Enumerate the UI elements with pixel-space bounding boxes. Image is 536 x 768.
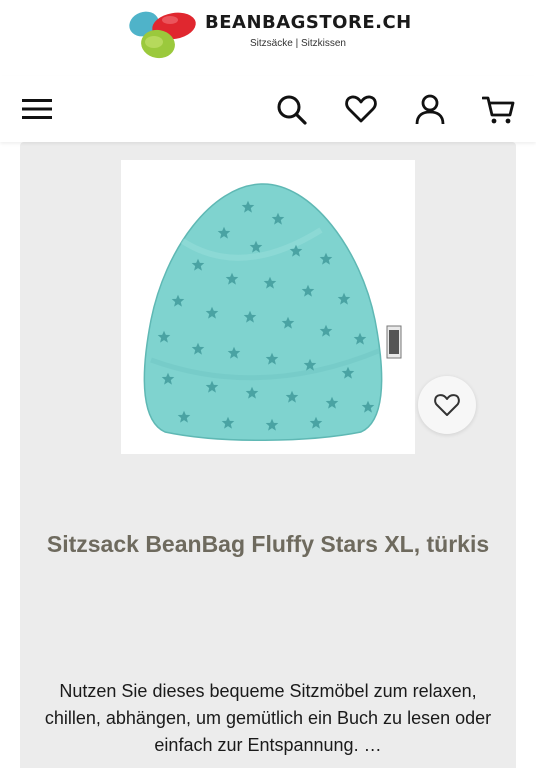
brand-tagline: Sitzsäcke | Sitzkissen <box>250 38 346 49</box>
hamburger-menu-icon[interactable] <box>20 92 54 126</box>
product-card[interactable]: Sitzsack BeanBag Fluffy Stars XL, türkis… <box>20 142 516 768</box>
site-header: BEANBAGSTORE.CH Sitzsäcke | Sitzkissen <box>0 0 536 70</box>
product-image[interactable] <box>121 160 415 454</box>
heart-icon[interactable] <box>344 92 378 126</box>
brand-name[interactable]: BEANBAGSTORE.CH <box>205 12 412 33</box>
heart-outline-icon <box>434 394 460 416</box>
user-icon[interactable] <box>413 92 447 126</box>
nav-bar <box>0 76 536 142</box>
cart-icon[interactable] <box>482 92 516 126</box>
product-title[interactable]: Sitzsack BeanBag Fluffy Stars XL, türkis <box>40 528 496 560</box>
search-icon[interactable] <box>274 92 308 126</box>
page: BEANBAGSTORE.CH Sitzsäcke | Sitzkissen S… <box>0 0 536 768</box>
beanbag-cluster-logo-icon[interactable] <box>124 4 200 62</box>
brand-label-tag <box>386 325 402 359</box>
product-description: Nutzen Sie dieses bequeme Sitzmöbel zum … <box>44 681 492 755</box>
add-to-wishlist-button[interactable] <box>418 376 476 434</box>
